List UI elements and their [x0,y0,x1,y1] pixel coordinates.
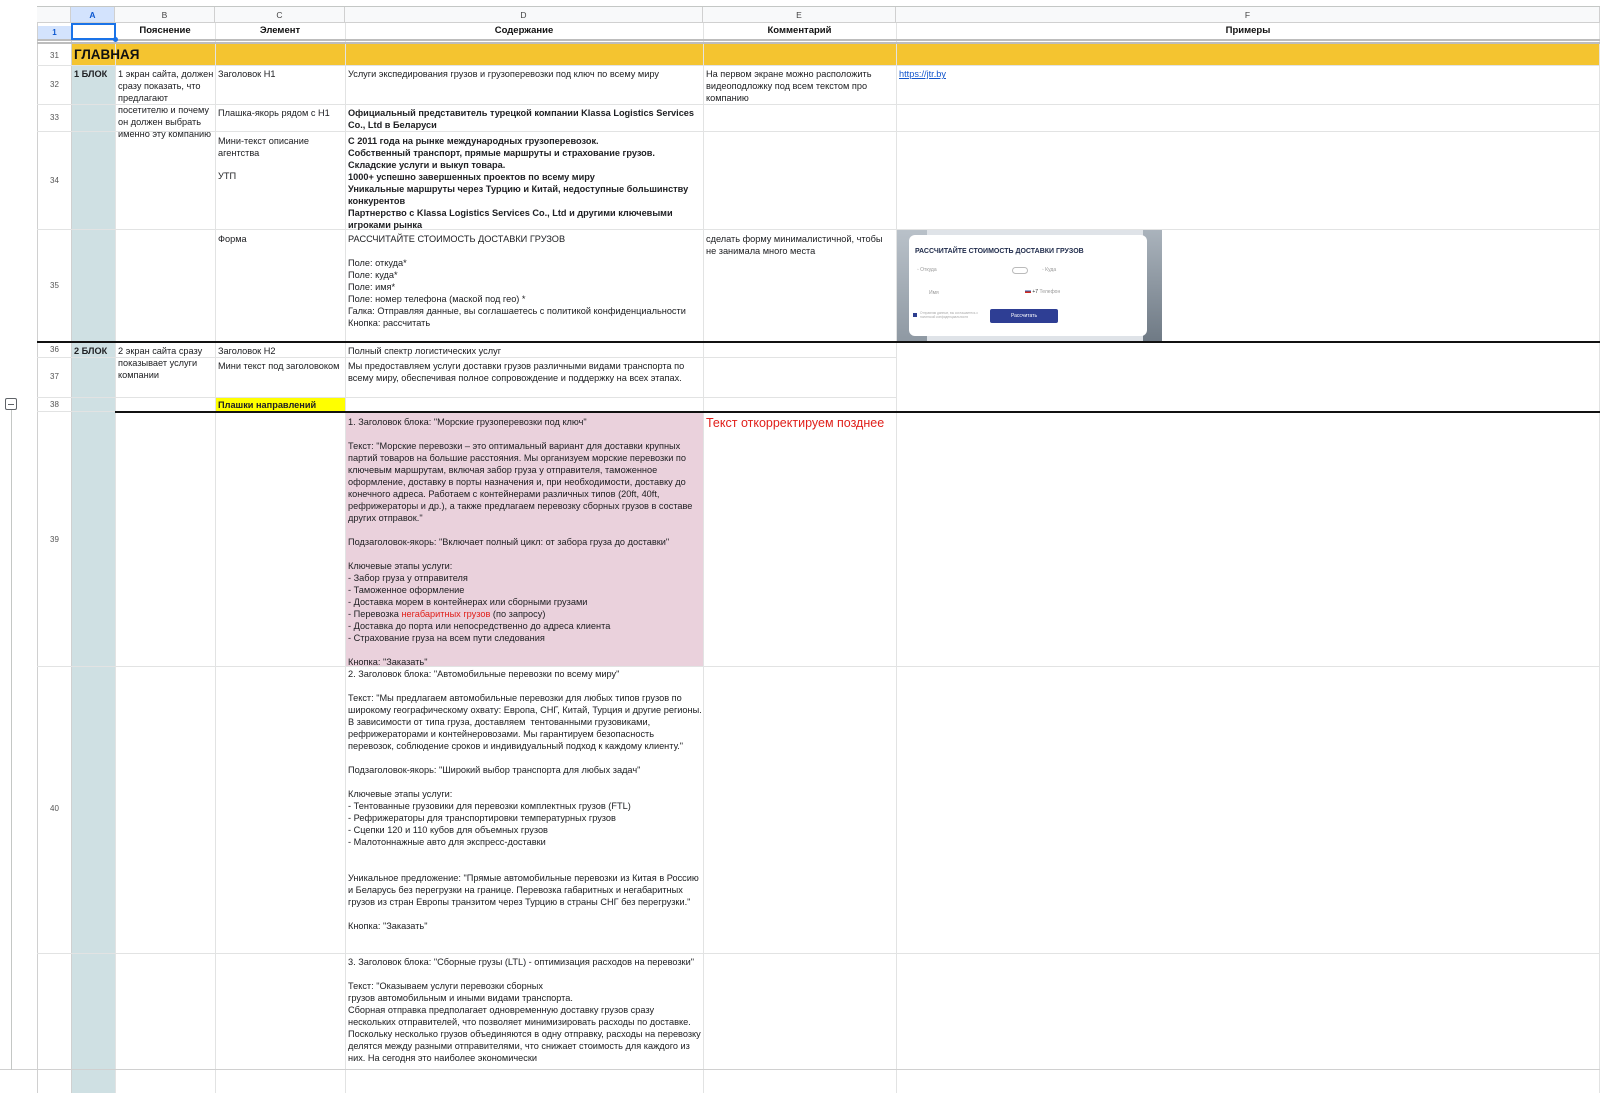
row-header-37[interactable]: 37 [38,372,71,381]
row-header-33[interactable]: 33 [38,113,71,122]
r37-content[interactable]: Мы предоставляем услуги доставки грузов … [348,360,702,384]
gridlines [0,0,1600,1093]
preview-button: Рассчитать [990,309,1058,323]
col-header-a[interactable]: A [71,7,115,23]
r37-element[interactable]: Мини текст под заголовоком [218,360,344,372]
preview-from-field: ◦ Откуда [917,267,937,273]
select-all-corner[interactable] [37,7,71,23]
col-header-f[interactable]: F [896,7,1600,23]
r34-content[interactable]: С 2011 года на рынке международных грузо… [348,135,702,231]
block2-explanation[interactable]: 2 экран сайта сразу показывает услуги ко… [118,345,214,381]
r40-content[interactable]: 2. Заголовок блока: "Автомобильные перев… [348,668,702,952]
r39-comment[interactable]: Текст откорректируем позднее [706,416,896,431]
r35-content[interactable]: РАССЧИТАЙТЕ СТОИМОСТЬ ДОСТАВКИ ГРУЗОВ По… [348,233,702,329]
section-title[interactable]: ГЛАВНАЯ [74,46,374,64]
r33-element[interactable]: Плашка-якорь рядом с H1 [218,107,344,119]
row-header-35[interactable]: 35 [38,281,71,290]
r32-element[interactable]: Заголовок H1 [218,68,344,80]
col-header-c[interactable]: C [215,7,345,23]
row-header-31[interactable]: 31 [38,51,71,60]
preview-name-field: Имя [929,290,939,296]
row-header-32[interactable]: 32 [38,80,71,89]
row-header-36[interactable]: 36 [38,345,71,354]
header-examples[interactable]: Примеры [896,23,1600,39]
r32-example-link[interactable]: https://jtr.by [899,68,1099,80]
preview-consent: Отправляя данные, вы соглашаетесь с поли… [920,311,978,319]
row-header-39[interactable]: 39 [38,535,71,544]
row-header-1[interactable]: 1 [38,26,71,39]
r35-element[interactable]: Форма [218,233,344,245]
r36-content[interactable]: Полный спектр логистических услуг [348,345,702,357]
header-comment[interactable]: Комментарий [703,23,896,39]
header-content[interactable]: Содержание [345,23,703,39]
block2-label[interactable]: 2 БЛОК [74,345,116,357]
r32-comment[interactable]: На первом экране можно расположить видео… [706,68,894,104]
col-header-b[interactable]: B [115,7,215,23]
form-preview-image[interactable]: РАССЧИТАЙТЕ СТОИМОСТЬ ДОСТАВКИ ГРУЗОВ ◦ … [897,230,1162,341]
r34-element-utp[interactable]: УТП [218,170,344,182]
header-element[interactable]: Элемент [215,23,345,39]
block1-explanation[interactable]: 1 экран сайта, должен сразу показать, чт… [118,68,214,140]
r36-element[interactable]: Заголовок H2 [218,345,344,357]
row-header-38[interactable]: 38 [38,400,71,409]
r33-content[interactable]: Официальный представитель турецкой компа… [348,107,702,131]
preview-checkbox [913,313,917,317]
swap-icon [1012,267,1028,274]
preview-card: РАССЧИТАЙТЕ СТОИМОСТЬ ДОСТАВКИ ГРУЗОВ ◦ … [909,235,1147,336]
col-header-e[interactable]: E [703,7,896,23]
r38-element[interactable]: Плашки направлений [218,399,344,411]
r39-content-before: 1. Заголовок блока: "Морские грузоперево… [348,417,693,619]
preview-to-field: ◦ Куда [1042,267,1057,273]
r39-content[interactable]: 1. Заголовок блока: "Морские грузоперево… [348,416,702,666]
group-collapse-icon[interactable] [5,398,17,410]
preview-phone-field: +7 Телефон [1025,289,1115,295]
r34-element-text[interactable]: Мини-текст описание агентства [218,135,344,159]
block1-label[interactable]: 1 БЛОК [74,68,116,80]
col-a-fill [71,65,115,1093]
preview-title: РАССЧИТАЙТЕ СТОИМОСТЬ ДОСТАВКИ ГРУЗОВ [915,248,1084,255]
flag-icon [1025,289,1031,293]
selected-cell-a1[interactable] [71,23,116,40]
r41-content[interactable]: 3. Заголовок блока: "Сборные грузы (LTL)… [348,956,702,1069]
row-header-40[interactable]: 40 [38,804,71,813]
r35-comment[interactable]: сделать форму минималистичной, чтобы не … [706,233,894,257]
header-explanation[interactable]: Пояснение [115,23,215,39]
r39-content-red: негабаритных грузов [401,609,491,619]
col-header-d[interactable]: D [345,7,703,23]
r32-content[interactable]: Услуги экспедирования грузов и грузопере… [348,68,702,80]
row-header-34[interactable]: 34 [38,176,71,185]
